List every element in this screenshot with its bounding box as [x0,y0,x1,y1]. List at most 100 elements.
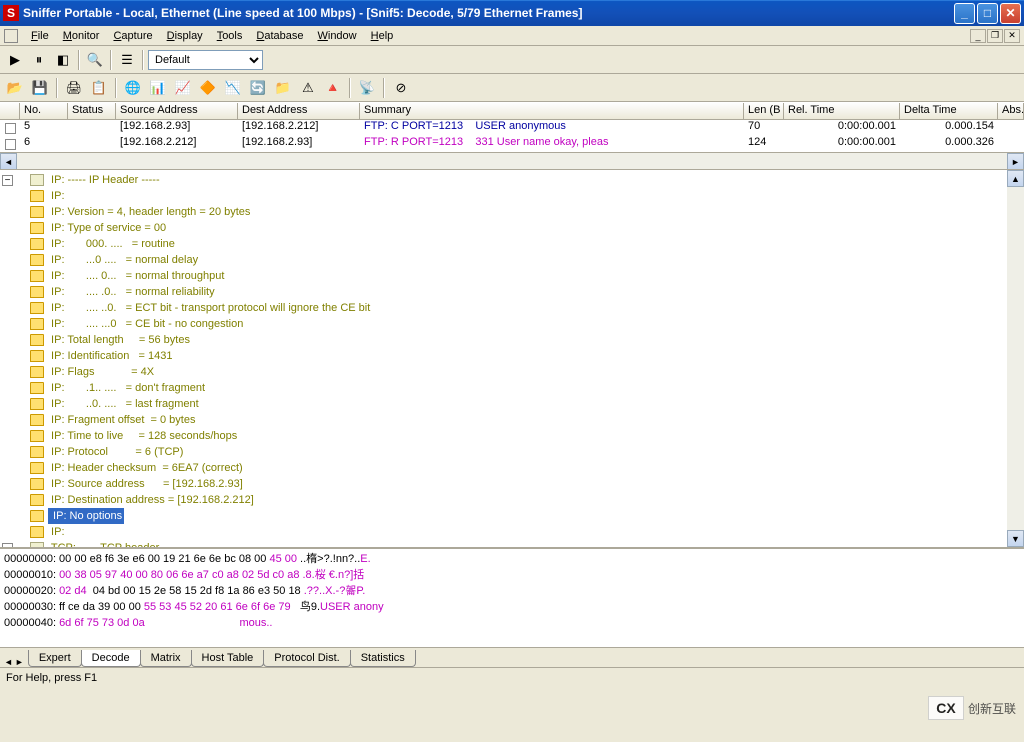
decode-line[interactable]: IP: .... ...0 = CE bit - no congestion [2,316,1022,332]
col-src[interactable]: Source Address [116,103,238,119]
tool-icon-2[interactable]: 📊 [147,77,169,99]
hex-line[interactable]: 00000000: 00 00 e8 f6 3e e6 00 19 21 6e … [4,551,1020,567]
scroll-down-icon[interactable]: ▼ [1007,530,1024,547]
decode-line[interactable]: IP: Type of service = 00 [2,220,1022,236]
decode-line[interactable]: IP: Protocol = 6 (TCP) [2,444,1022,460]
mdi-minimize[interactable]: _ [970,29,986,43]
menu-display[interactable]: Display [160,28,210,44]
col-dst[interactable]: Dest Address [238,103,360,119]
tab-host-table[interactable]: Host Table [191,650,265,667]
folder-icon [30,302,44,314]
hex-line[interactable]: 00000020: 02 d4 04 bd 00 15 2e 58 15 2d … [4,583,1020,599]
menu-window[interactable]: Window [310,28,363,44]
decode-line[interactable]: IP: Total length = 56 bytes [2,332,1022,348]
col-abs[interactable]: Abs. Time [998,103,1024,119]
play-button[interactable]: ▶ [4,49,26,71]
copy-icon[interactable]: 📋 [88,77,110,99]
menu-capture[interactable]: Capture [106,28,159,44]
col-status[interactable]: Status [68,103,116,119]
hex-line[interactable]: 00000040: 6d 6f 75 73 0d 0a mous.. [4,615,1020,631]
decode-line[interactable]: − TCP: ----- TCP header ----- [2,540,1022,547]
mdi-restore[interactable]: ❐ [987,29,1003,43]
tab-protocol-dist-[interactable]: Protocol Dist. [263,650,350,667]
print-icon[interactable]: 🖨 [63,77,85,99]
tool-icon-3[interactable]: 📈 [172,77,194,99]
profile-select[interactable]: Default [148,50,263,70]
tab-decode[interactable]: Decode [81,650,141,667]
tool-icon-10[interactable]: 📡 [356,77,378,99]
decode-line[interactable]: IP: [2,524,1022,540]
menu-help[interactable]: Help [364,28,401,44]
folder-icon [30,286,44,298]
decode-line[interactable]: IP: Flags = 4X [2,364,1022,380]
tool-icon-5[interactable]: 📉 [222,77,244,99]
capture-toolbar: ▶ ⏸ ◧ 🔍 ☰ Default [0,46,1024,74]
tab-statistics[interactable]: Statistics [350,650,416,667]
options-icon[interactable]: ☰ [116,49,138,71]
decode-line[interactable]: IP: .... .0.. = normal reliability [2,284,1022,300]
close-button[interactable]: ✕ [1000,3,1021,24]
stop-button[interactable]: ◧ [52,49,74,71]
tool-icon-1[interactable]: 🌐 [122,77,144,99]
tool-icon-11[interactable]: ⊘ [390,77,412,99]
tool-icon-7[interactable]: 📁 [272,77,294,99]
save-icon[interactable]: 💾 [29,77,51,99]
tool-icon-6[interactable]: 🔄 [247,77,269,99]
decode-line[interactable]: IP: Destination address = [192.168.2.212… [2,492,1022,508]
packet-row[interactable]: 6[192.168.2.212][192.168.2.93]FTP: R POR… [0,136,1024,152]
folder-icon [30,270,44,282]
tool-icon-8[interactable]: ⚠ [297,77,319,99]
open-icon[interactable]: 📂 [4,77,26,99]
decode-line[interactable]: IP: Fragment offset = 0 bytes [2,412,1022,428]
tab-matrix[interactable]: Matrix [140,650,192,667]
col-rel[interactable]: Rel. Time [784,103,900,119]
decode-line[interactable]: IP: Header checksum = 6EA7 (correct) [2,460,1022,476]
mdi-close[interactable]: ✕ [1004,29,1020,43]
menu-file[interactable]: File [24,28,56,44]
col-len[interactable]: Len (B [744,103,784,119]
decode-line[interactable]: IP: .... ..0. = ECT bit - transport prot… [2,300,1022,316]
decode-line[interactable]: IP: ..0. .... = last fragment [2,396,1022,412]
scroll-right-icon[interactable]: ► [1007,153,1024,170]
packet-list-hscroll[interactable]: ◄ ► [0,152,1024,169]
decode-line[interactable]: IP: [2,188,1022,204]
decode-line[interactable]: IP: Version = 4, header length = 20 byte… [2,204,1022,220]
hex-line[interactable]: 00000030: ff ce da 39 00 00 55 53 45 52 … [4,599,1020,615]
tree-toggle-icon[interactable]: − [2,543,13,548]
tree-toggle-icon[interactable]: − [2,175,13,186]
tab-expert[interactable]: Expert [28,650,82,667]
col-delta[interactable]: Delta Time [900,103,998,119]
row-checkbox[interactable] [5,123,16,134]
decode-pane[interactable]: − IP: ----- IP Header ----- IP: IP: Vers… [0,169,1024,547]
menu-database[interactable]: Database [249,28,310,44]
hex-line[interactable]: 00000010: 00 38 05 97 40 00 80 06 6e a7 … [4,567,1020,583]
menu-monitor[interactable]: Monitor [56,28,107,44]
hex-pane[interactable]: 00000000: 00 00 e8 f6 3e e6 00 19 21 6e … [0,547,1024,647]
decode-line[interactable]: IP: .... 0... = normal throughput [2,268,1022,284]
decode-line[interactable]: IP: ...0 .... = normal delay [2,252,1022,268]
row-checkbox[interactable] [5,139,16,150]
binoculars-icon[interactable]: 🔍 [84,49,106,71]
packet-row[interactable]: 5[192.168.2.93][192.168.2.212]FTP: C POR… [0,120,1024,136]
scroll-up-icon[interactable]: ▲ [1007,170,1024,187]
decode-line[interactable]: IP: No options [2,508,1022,524]
decode-line[interactable]: − IP: ----- IP Header ----- [2,172,1022,188]
watermark-text: 创新互联 [968,700,1016,717]
packet-list[interactable]: 5[192.168.2.93][192.168.2.212]FTP: C POR… [0,120,1024,152]
tool-icon-9[interactable]: 🔺 [322,77,344,99]
decode-line[interactable]: IP: Identification = 1431 [2,348,1022,364]
decode-line[interactable]: IP: .1.. .... = don't fragment [2,380,1022,396]
decode-line[interactable]: IP: Source address = [192.168.2.93] [2,476,1022,492]
minimize-button[interactable]: _ [954,3,975,24]
col-summary[interactable]: Summary [360,103,744,119]
decode-line[interactable]: IP: Time to live = 128 seconds/hops [2,428,1022,444]
tool-icon-4[interactable]: 🔶 [197,77,219,99]
pause-button[interactable]: ⏸ [28,49,50,71]
folder-icon [30,510,44,522]
decode-line[interactable]: IP: 000. .... = routine [2,236,1022,252]
folder-icon [30,526,44,538]
maximize-button[interactable]: □ [977,3,998,24]
menu-tools[interactable]: Tools [210,28,250,44]
scroll-left-icon[interactable]: ◄ [0,153,17,170]
col-no[interactable]: No. [20,103,68,119]
